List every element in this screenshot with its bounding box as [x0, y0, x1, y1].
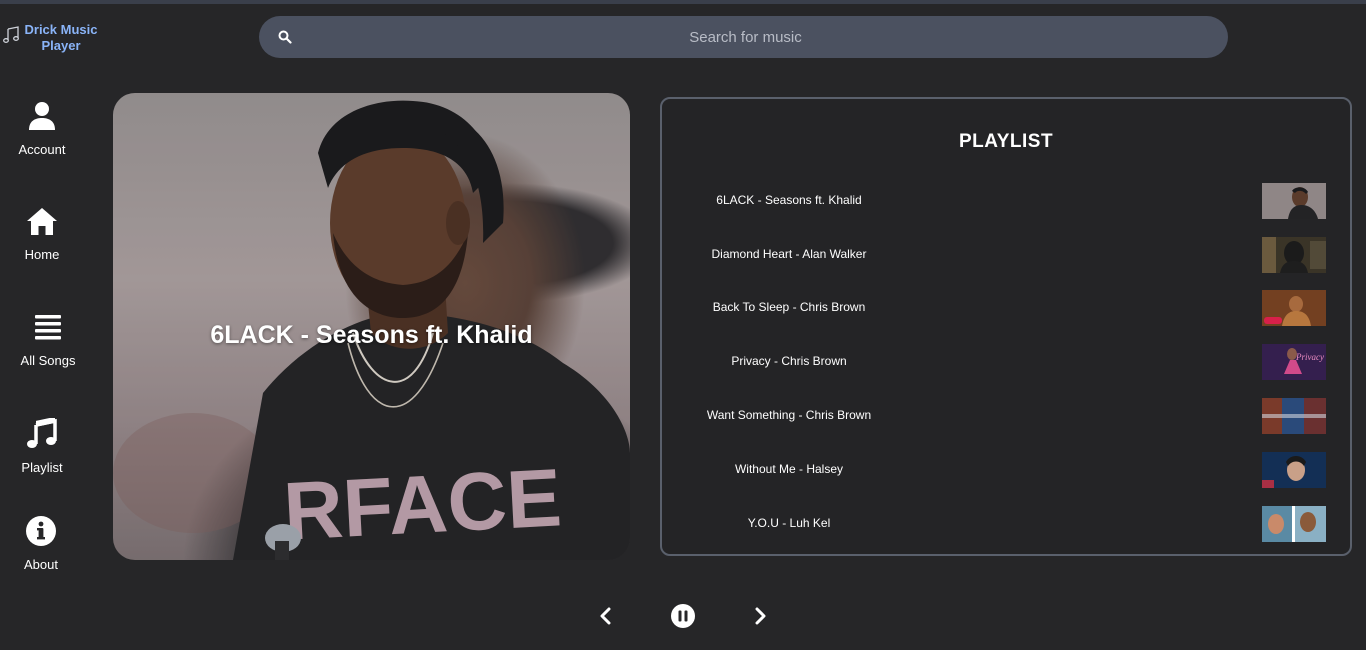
sidebar-item-label: Home: [24, 247, 60, 262]
top-border: [0, 0, 1366, 4]
track-name: Privacy - Chris Brown: [731, 354, 847, 368]
svg-text:Privacy: Privacy: [1295, 352, 1324, 362]
playlist-track[interactable]: Without Me - Halsey: [662, 450, 1350, 490]
app-title: Drick Music Player: [24, 22, 98, 53]
track-name: Without Me - Halsey: [734, 462, 844, 476]
sidebar-item-label: Playlist: [21, 460, 63, 475]
previous-button[interactable]: [598, 607, 612, 625]
playlist-track[interactable]: 6LACK - Seasons ft. Khalid: [662, 181, 1350, 221]
sidebar-item-label: Account: [18, 142, 66, 157]
playlist-track[interactable]: Back To Sleep - Chris Brown: [662, 288, 1350, 328]
sidebar-item-about[interactable]: About: [0, 515, 86, 572]
track-name: Want Something - Chris Brown: [706, 408, 872, 422]
sidebar-item-playlist[interactable]: Playlist: [0, 418, 87, 475]
track-name: 6LACK - Seasons ft. Khalid: [716, 193, 862, 207]
track-thumbnail: Privacy: [1262, 344, 1326, 380]
sidebar-item-home[interactable]: Home: [0, 205, 87, 262]
svg-text:RFACE: RFACE: [281, 452, 563, 557]
playlist-track[interactable]: Privacy - Chris Brown Privacy: [662, 342, 1350, 382]
home-icon: [27, 208, 57, 235]
user-icon: [29, 102, 55, 130]
track-thumbnail: [1262, 237, 1326, 273]
track-thumbnail: [1262, 290, 1326, 326]
app-logo[interactable]: Drick Music Player: [0, 22, 110, 58]
search-icon[interactable]: [278, 30, 292, 44]
search-bar: [259, 16, 1228, 58]
track-name: Back To Sleep - Chris Brown: [712, 300, 866, 314]
playlist-panel: PLAYLIST 6LACK - Seasons ft. Khalid Diam…: [660, 97, 1352, 556]
track-thumbnail: [1262, 183, 1326, 219]
next-button[interactable]: [754, 607, 768, 625]
music-note-icon: [27, 418, 57, 448]
now-playing-cover: RFACE 6LACK - Seasons ft. Khalid: [113, 93, 630, 560]
pause-button[interactable]: [670, 603, 696, 629]
track-name: Diamond Heart - Alan Walker: [711, 247, 867, 261]
sidebar-item-account[interactable]: Account: [0, 100, 87, 157]
search-input[interactable]: [299, 16, 1192, 58]
playlist-heading: PLAYLIST: [958, 131, 1054, 152]
playlist-track[interactable]: Y.O.U - Luh Kel: [662, 504, 1350, 544]
music-note-icon: [3, 26, 19, 43]
now-playing-title: 6LACK - Seasons ft. Khalid: [210, 321, 533, 349]
track-thumbnail: [1262, 398, 1326, 434]
list-icon: [35, 315, 61, 340]
sidebar-item-label: About: [24, 557, 58, 572]
playlist-track[interactable]: Want Something - Chris Brown: [662, 396, 1350, 436]
sidebar-item-label: All Songs: [20, 353, 76, 368]
playlist-track[interactable]: Diamond Heart - Alan Walker: [662, 235, 1350, 275]
info-icon: [26, 516, 56, 546]
track-name: Y.O.U - Luh Kel: [747, 516, 831, 530]
sidebar-item-all-songs[interactable]: All Songs: [3, 311, 93, 368]
track-thumbnail: [1262, 506, 1326, 542]
track-thumbnail: [1262, 452, 1326, 488]
